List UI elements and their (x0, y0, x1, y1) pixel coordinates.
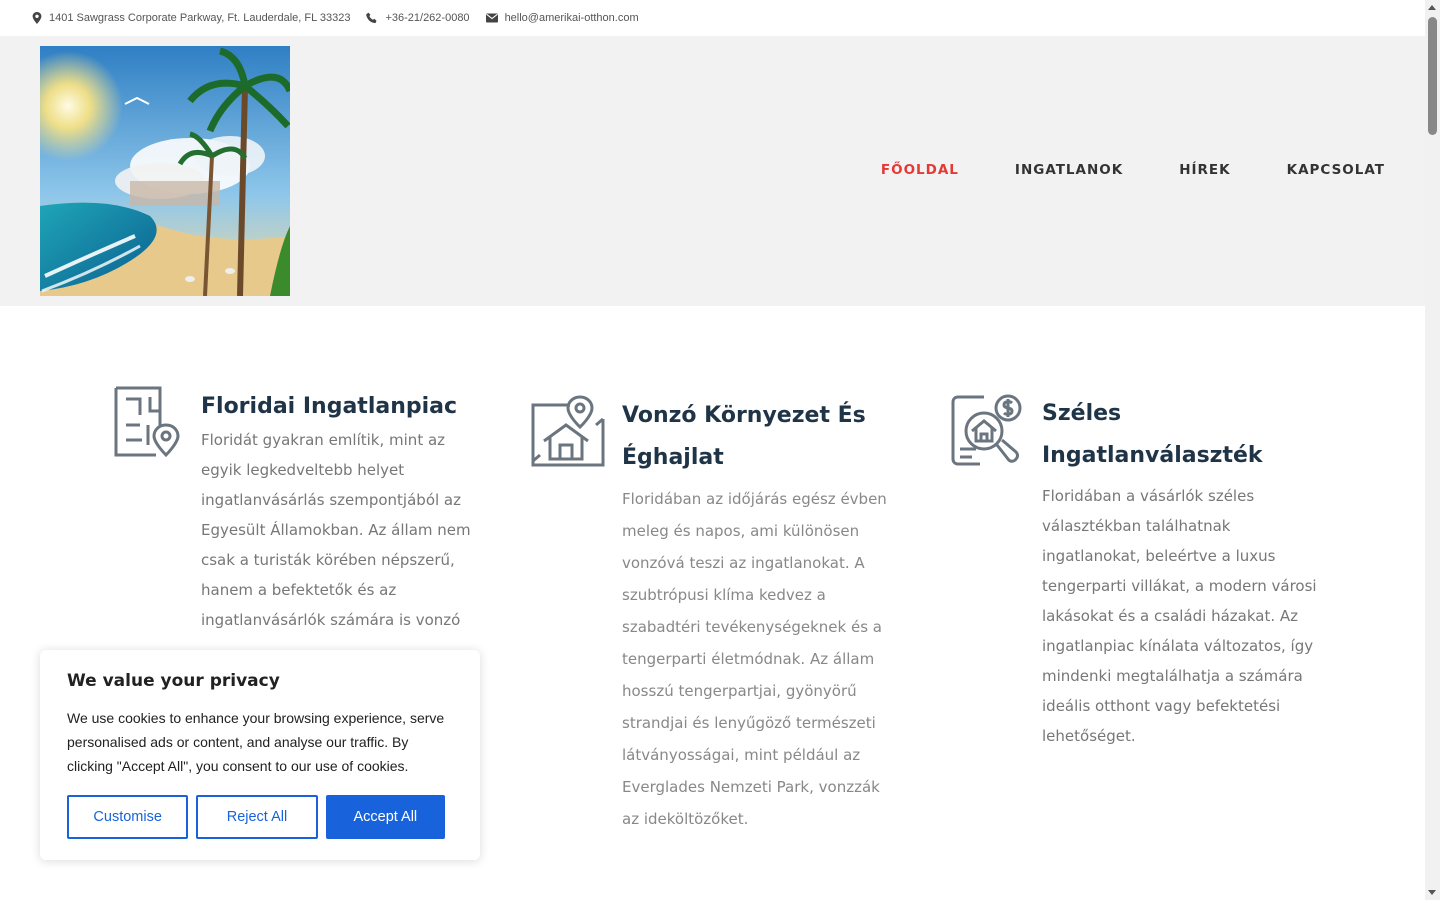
scroll-up-arrow-icon[interactable] (1428, 5, 1436, 10)
beach-logo-image (40, 46, 290, 296)
phone-text[interactable]: +36-21/262-0080 (385, 12, 469, 24)
top-contact-bar: 1401 Sawgrass Corporate Parkway, Ft. Lau… (0, 0, 1425, 36)
customise-button[interactable]: Customise (67, 795, 189, 839)
phone-item[interactable]: +36-21/262-0080 (366, 12, 470, 24)
cookie-consent-banner: We value your privacy We use cookies to … (40, 650, 480, 860)
site-header: FŐOLDAL INGATLANOK HÍREK KAPCSOLAT (0, 36, 1425, 306)
address-text: 1401 Sawgrass Corporate Parkway, Ft. Lau… (49, 12, 351, 24)
main-nav: FŐOLDAL INGATLANOK HÍREK KAPCSOLAT (825, 162, 1385, 178)
phone-icon (366, 12, 377, 24)
city-map-pin-icon (112, 385, 182, 464)
cookie-title: We value your privacy (67, 671, 280, 691)
house-location-map-icon (530, 395, 606, 474)
accept-all-button[interactable]: Accept All (325, 795, 446, 839)
address-item: 1401 Sawgrass Corporate Parkway, Ft. Lau… (32, 12, 350, 24)
cookie-text: We use cookies to enhance your browsing … (67, 710, 445, 774)
nav-item-hirek[interactable]: HÍREK (1179, 162, 1230, 178)
cookie-buttons: Customise Reject All Accept All (67, 795, 453, 839)
feature-text: Floridát gyakran említik, mint az egyik … (201, 431, 471, 629)
map-pin-icon (32, 12, 42, 24)
scrollbar-thumb[interactable] (1428, 17, 1437, 135)
nav-item-kapcsolat[interactable]: KAPCSOLAT (1287, 162, 1385, 178)
reject-all-button[interactable]: Reject All (196, 795, 318, 839)
feature-text: Floridában a vásárlók széles választékba… (1042, 487, 1317, 745)
envelope-icon (485, 13, 498, 23)
feature-text: Floridában az időjárás egész évben meleg… (622, 490, 887, 828)
site-logo[interactable] (40, 46, 290, 296)
nav-item-fooldal[interactable]: FŐOLDAL (881, 162, 959, 178)
email-text[interactable]: hello@amerikai-otthon.com (505, 12, 639, 24)
scroll-down-arrow-icon[interactable] (1428, 890, 1436, 895)
house-search-dollar-icon (950, 393, 1026, 472)
feature-title: Vonzó Környezet És Éghajlat (622, 403, 866, 470)
feature-title: Széles Ingatlanválaszték (1042, 401, 1263, 468)
email-item[interactable]: hello@amerikai-otthon.com (485, 12, 639, 24)
feature-title: Floridai Ingatlanpiac (201, 394, 458, 419)
page-scrollbar[interactable] (1425, 0, 1440, 900)
nav-item-ingatlanok[interactable]: INGATLANOK (1015, 162, 1123, 178)
